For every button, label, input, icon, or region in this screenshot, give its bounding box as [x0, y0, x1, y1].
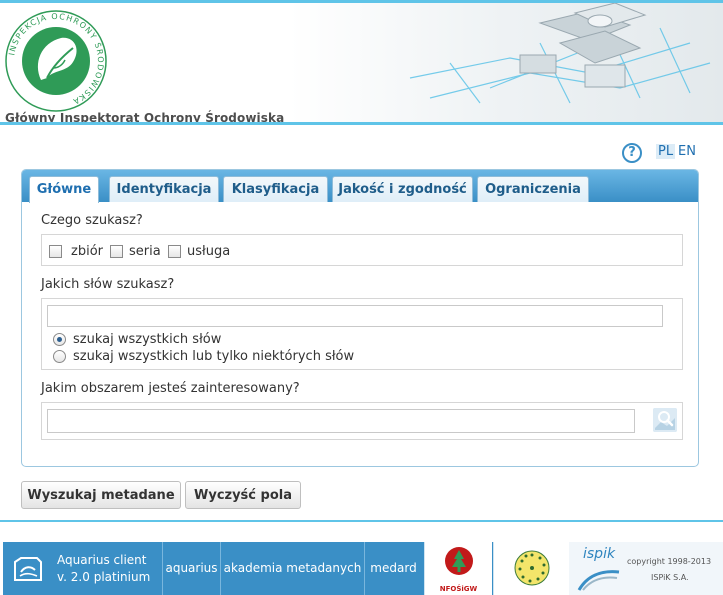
- what-label: Czego szukasz?: [41, 213, 143, 228]
- search-metadata-button[interactable]: Wyszukaj metadane: [21, 481, 181, 509]
- checkbox-zbior[interactable]: [49, 245, 62, 258]
- nfosigw-emblem-icon: [445, 547, 473, 575]
- ispik-swoosh-icon: [577, 570, 620, 591]
- checkbox-seria[interactable]: [110, 245, 123, 258]
- words-label: Jakich słów szukasz?: [41, 277, 175, 292]
- tab-jakosc-i-zgodnosc[interactable]: Jakość i zgodność: [332, 176, 473, 202]
- nfosigw-label: NFOŚiGW: [439, 585, 478, 593]
- type-checkbox-group: zbiór seria usługa: [41, 234, 683, 266]
- footer: Aquarius client v. 2.0 platinium aquariu…: [3, 542, 723, 595]
- header-bottom-line: [0, 122, 723, 125]
- ispik-name: ispik: [583, 546, 616, 562]
- lang-en-link[interactable]: EN: [678, 144, 696, 159]
- tab-identyfikacja[interactable]: Identyfikacja: [109, 176, 219, 202]
- checkbox-usluga-label: usługa: [187, 244, 231, 259]
- inspire-logo[interactable]: [493, 542, 569, 595]
- footer-link-aquarius[interactable]: aquarius: [162, 542, 220, 595]
- map-search-icon[interactable]: [653, 408, 677, 432]
- site-header: INSPEKCJA OCHRONY ŚRODOWISKA Główny Insp…: [0, 3, 723, 125]
- checkbox-usluga[interactable]: [168, 245, 181, 258]
- nfosigw-logo[interactable]: NFOŚiGW: [424, 542, 492, 595]
- words-group: szukaj wszystkich słów szukaj wszystkich…: [41, 298, 683, 370]
- area-input[interactable]: [47, 409, 635, 433]
- company-name: ISPiK S.A.: [651, 573, 689, 582]
- clear-fields-button[interactable]: Wyczyść pola: [185, 481, 301, 509]
- tab-ograniczenia[interactable]: Ograniczenia: [477, 176, 589, 202]
- copyright-text: copyright 1998-2013: [627, 557, 712, 566]
- tab-klasyfikacja[interactable]: Klasyfikacja: [223, 176, 328, 202]
- checkbox-seria-label: seria: [129, 244, 161, 259]
- footer-link-akademia-metadanych[interactable]: akademia metadanych: [220, 542, 364, 595]
- keywords-input[interactable]: [47, 305, 663, 327]
- help-icon[interactable]: ?: [622, 143, 642, 163]
- footer-separator: [0, 520, 723, 522]
- search-panel: Główne Identyfikacja Klasyfikacja Jakość…: [21, 169, 699, 467]
- tab-glowne[interactable]: Główne: [29, 176, 99, 203]
- area-label: Jakim obszarem jesteś zainteresowany?: [41, 381, 300, 396]
- lang-pl-link[interactable]: PL: [656, 144, 676, 159]
- aquarius-app-icon[interactable]: [11, 554, 45, 584]
- radio-all-words-label: szukaj wszystkich słów: [73, 332, 222, 347]
- area-group: [41, 402, 683, 440]
- radio-all-words[interactable]: [53, 333, 66, 346]
- tab-bar: Główne Identyfikacja Klasyfikacja Jakość…: [22, 170, 698, 203]
- checkbox-zbior-label: zbiór: [71, 244, 103, 259]
- app-version: v. 2.0 platinium: [57, 570, 151, 584]
- app-name: Aquarius client: [57, 553, 147, 567]
- inspire-logo-icon: [514, 550, 550, 586]
- gios-logo[interactable]: INSPEKCJA OCHRONY ŚRODOWISKA: [3, 8, 109, 114]
- ispik-logo-box[interactable]: ispik copyright 1998-2013 ISPiK S.A.: [569, 542, 723, 595]
- footer-link-medard[interactable]: medard: [364, 542, 422, 595]
- radio-any-words-label: szukaj wszystkich lub tylko niektórych s…: [73, 349, 355, 364]
- radio-any-words[interactable]: [53, 350, 66, 363]
- puzzle-map-illustration: [409, 3, 711, 104]
